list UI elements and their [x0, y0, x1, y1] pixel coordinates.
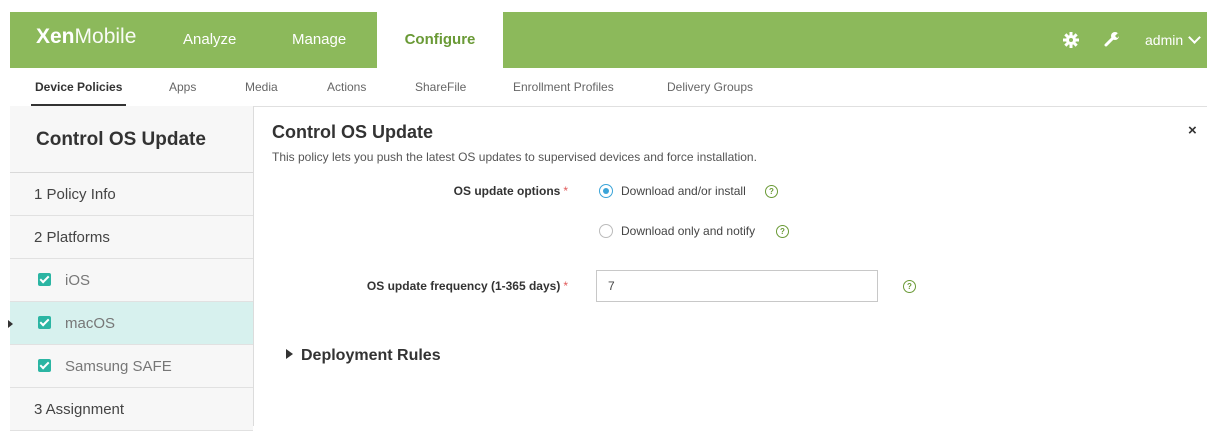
subtab-sharefile[interactable]: ShareFile	[415, 68, 466, 106]
platform-label: Samsung SAFE	[65, 358, 172, 375]
sidebar-platform-samsung-safe[interactable]: Samsung SAFE	[10, 345, 253, 388]
user-name: admin	[1145, 32, 1184, 48]
caret-right-icon	[286, 349, 293, 359]
required-mark: *	[563, 184, 568, 198]
radio-download-install[interactable]	[599, 184, 613, 198]
sidebar-step-platforms[interactable]: 2 Platforms	[10, 216, 253, 259]
close-icon[interactable]: ×	[1188, 122, 1197, 139]
subtab-actions[interactable]: Actions	[327, 68, 366, 106]
checkbox-checked-icon[interactable]	[38, 358, 51, 372]
help-icon[interactable]: ?	[903, 280, 916, 293]
sidebar-platform-ios[interactable]: iOS	[10, 259, 253, 302]
sidebar-step-assignment[interactable]: 3 Assignment	[10, 388, 253, 431]
help-icon[interactable]: ?	[765, 185, 778, 198]
platform-label: macOS	[65, 315, 116, 332]
top-nav-bar: XenMobile Analyze Manage Configure admin	[10, 12, 1207, 68]
wrench-icon[interactable]	[1102, 29, 1122, 49]
subtab-apps[interactable]: Apps	[169, 68, 196, 106]
nav-tab-manage[interactable]: Manage	[292, 12, 346, 68]
policy-steps-sidebar: Control OS Update 1 Policy Info 2 Platfo…	[8, 106, 254, 431]
platform-label: iOS	[65, 272, 91, 289]
gear-icon[interactable]	[1061, 30, 1081, 50]
option-download-notify-label: Download only and notify	[621, 224, 756, 238]
checkbox-checked-icon[interactable]	[38, 272, 51, 286]
os-update-frequency-input[interactable]	[596, 270, 878, 302]
required-mark: *	[563, 279, 568, 293]
nav-tab-analyze[interactable]: Analyze	[183, 12, 236, 68]
sidebar-title: Control OS Update	[10, 106, 253, 173]
chevron-down-icon	[1188, 31, 1202, 44]
page-title: Control OS Update	[272, 122, 433, 142]
os-update-options-label: OS update options *	[453, 184, 568, 198]
sub-nav-bar: Device Policies Apps Media Actions Share…	[10, 68, 1207, 107]
subtab-delivery-groups[interactable]: Delivery Groups	[667, 68, 753, 106]
subtab-media[interactable]: Media	[245, 68, 278, 106]
os-update-frequency-label: OS update frequency (1-365 days) *	[366, 279, 568, 293]
user-menu[interactable]: admin	[1145, 12, 1202, 68]
page-description: This policy lets you push the latest OS …	[272, 150, 757, 164]
xenmobile-logo[interactable]: XenMobile	[36, 25, 136, 49]
sidebar-platform-macos[interactable]: macOS	[8, 302, 253, 345]
deployment-rules-label: Deployment Rules	[301, 347, 441, 364]
help-icon[interactable]: ?	[776, 225, 789, 238]
radio-download-notify[interactable]	[599, 224, 613, 238]
option-download-install-label: Download and/or install	[621, 184, 746, 198]
nav-tab-configure[interactable]: Configure	[377, 12, 503, 68]
deployment-rules-toggle[interactable]: Deployment Rules	[286, 347, 441, 365]
subtab-enrollment-profiles[interactable]: Enrollment Profiles	[513, 68, 614, 106]
checkbox-checked-icon[interactable]	[38, 315, 51, 329]
sidebar-step-policy-info[interactable]: 1 Policy Info	[10, 173, 253, 216]
subtab-device-policies[interactable]: Device Policies	[30, 68, 127, 107]
